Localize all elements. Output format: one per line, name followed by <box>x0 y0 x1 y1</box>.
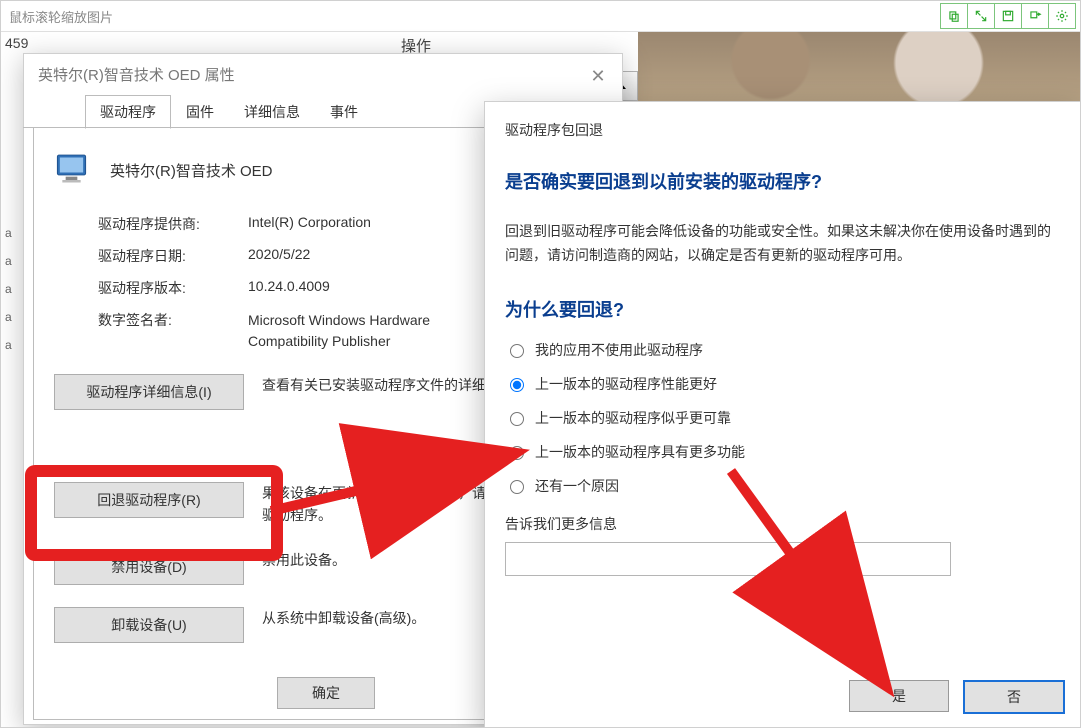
reason-option-0[interactable]: 我的应用不使用此驱动程序 <box>505 340 1061 360</box>
reason-option-3[interactable]: 上一版本的驱动程序具有更多功能 <box>505 442 1061 462</box>
topbar-icon-group <box>941 3 1076 29</box>
app-title: 鼠标滚轮缩放图片 <box>1 7 113 26</box>
provider-value: Intel(R) Corporation <box>248 214 371 234</box>
rollback-dialog: 驱动程序包回退 是否确实要回退到以前安装的驱动程序? 回退到旧驱动程序可能会降低… <box>484 101 1081 728</box>
date-label: 驱动程序日期: <box>98 246 248 266</box>
provider-label: 驱动程序提供商: <box>98 214 248 234</box>
tell-more-input[interactable] <box>505 542 951 576</box>
no-button[interactable]: 否 <box>963 680 1065 714</box>
dialog-title: 英特尔(R)智音技术 OED 属性 <box>24 54 622 94</box>
disable-device-button[interactable]: 禁用设备(D) <box>54 549 244 585</box>
reason-radio-group: 我的应用不使用此驱动程序 上一版本的驱动程序性能更好 上一版本的驱动程序似乎更可… <box>505 340 1061 496</box>
signer-value: Microsoft Windows Hardware Compatibility… <box>248 310 508 352</box>
reason-label: 还有一个原因 <box>535 476 619 496</box>
reason-option-4[interactable]: 还有一个原因 <box>505 476 1061 496</box>
device-name: 英特尔(R)智音技术 OED <box>110 160 273 181</box>
signer-label: 数字签名者: <box>98 310 248 352</box>
ok-button[interactable]: 确定 <box>277 677 375 709</box>
properties-tabs: 驱动程序 固件 详细信息 事件 <box>85 99 373 129</box>
dialog-title-text: 英特尔(R)智音技术 OED 属性 <box>38 64 235 85</box>
uninstall-device-button[interactable]: 卸载设备(U) <box>54 607 244 643</box>
reason-option-2[interactable]: 上一版本的驱动程序似乎更可靠 <box>505 408 1061 428</box>
reason-label: 上一版本的驱动程序似乎更可靠 <box>535 408 731 428</box>
rollback-heading: 是否确实要回退到以前安装的驱动程序? <box>505 168 1061 194</box>
monitor-icon <box>54 150 94 190</box>
expand-icon[interactable] <box>967 3 995 29</box>
reason-label: 我的应用不使用此驱动程序 <box>535 340 703 360</box>
version-label: 驱动程序版本: <box>98 278 248 298</box>
tab-driver[interactable]: 驱动程序 <box>85 95 171 129</box>
rollback-small-title: 驱动程序包回退 <box>505 120 1061 140</box>
gear-icon[interactable] <box>1048 3 1076 29</box>
viewport: 鼠标滚轮缩放图片 459 操作 上一张 aaaaa 英特尔(R)智音技术 OED… <box>0 0 1081 728</box>
rollback-driver-button[interactable]: 回退驱动程序(R) <box>54 482 244 518</box>
share-icon[interactable] <box>1021 3 1049 29</box>
tell-more-label: 告诉我们更多信息 <box>505 514 1061 534</box>
left-gutter-text: aaaaa <box>5 219 15 359</box>
date-value: 2020/5/22 <box>248 246 310 266</box>
page-number: 459 <box>5 35 28 51</box>
rollback-body: 回退到旧驱动程序可能会降低设备的功能或安全性。如果这未解决你在使用设备时遇到的问… <box>505 220 1061 268</box>
reason-label: 上一版本的驱动程序性能更好 <box>535 374 717 394</box>
reason-label: 上一版本的驱动程序具有更多功能 <box>535 442 745 462</box>
tab-events[interactable]: 事件 <box>315 95 373 129</box>
tab-firmware[interactable]: 固件 <box>171 95 229 129</box>
rollback-why-heading: 为什么要回退? <box>505 296 1061 322</box>
tab-details[interactable]: 详细信息 <box>229 95 315 129</box>
reason-option-1[interactable]: 上一版本的驱动程序性能更好 <box>505 374 1061 394</box>
yes-button[interactable]: 是 <box>849 680 949 712</box>
close-icon[interactable]: ✕ <box>584 62 612 90</box>
app-topbar: 鼠标滚轮缩放图片 <box>1 1 1080 32</box>
copy-icon[interactable] <box>940 3 968 29</box>
save-icon[interactable] <box>994 3 1022 29</box>
version-value: 10.24.0.4009 <box>248 278 330 298</box>
driver-details-button[interactable]: 驱动程序详细信息(I) <box>54 374 244 410</box>
preview-image <box>638 32 1080 102</box>
